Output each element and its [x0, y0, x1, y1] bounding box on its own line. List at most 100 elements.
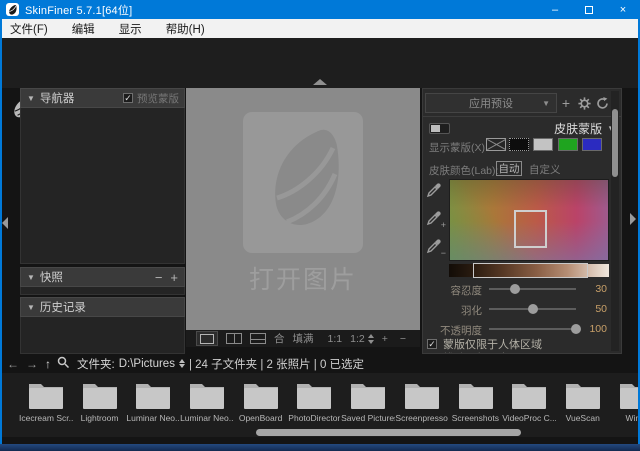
collapse-right-icon[interactable] [630, 213, 636, 225]
mask-swatch-green[interactable] [558, 138, 578, 151]
opacity-track[interactable] [489, 328, 576, 330]
tolerance-label: 容忍度 [423, 283, 482, 298]
view-split-horizontal-button[interactable] [250, 333, 266, 344]
skinfiner-window: SkinFiner 5.7.1[64位] – × 文件(F) 编辑 显示 帮助(… [0, 0, 640, 451]
folder-item[interactable]: Icecream Scr... [19, 373, 73, 437]
preview-mask-checkbox[interactable] [123, 93, 133, 103]
preset-add-button[interactable]: + [558, 95, 574, 111]
folder-item[interactable]: Luminar Neo... [126, 373, 180, 437]
skin-color-field[interactable] [449, 179, 609, 261]
window-title: SkinFiner 5.7.1[64位] [25, 2, 132, 18]
view-toolbar: 合 填满 1:1 1:2 + − [186, 330, 420, 347]
folder-item[interactable]: VueScan [556, 373, 610, 437]
zoom-out-button[interactable]: − [400, 333, 406, 345]
history-title: 历史记录 [40, 299, 86, 315]
folder-item[interactable]: Win... [610, 373, 640, 437]
folder-item[interactable]: PhotoDirector [287, 373, 341, 437]
search-icon[interactable] [57, 356, 69, 371]
mask-swatch-black[interactable] [509, 138, 529, 151]
minimize-button[interactable]: – [538, 0, 572, 19]
divider [423, 116, 621, 117]
folder-path[interactable]: D:\Pictures [119, 358, 175, 370]
shelf-horizontal-scrollbar[interactable] [256, 429, 521, 436]
snapshot-title: 快照 [40, 269, 63, 285]
folder-item[interactable]: Saved Pictures [341, 373, 395, 437]
image-canvas[interactable]: 打开图片 [186, 88, 420, 330]
eyedropper-icon[interactable] [426, 182, 444, 200]
eyedropper-add-icon[interactable]: + [426, 210, 444, 228]
preset-settings-button[interactable] [576, 95, 592, 111]
menu-edit[interactable]: 编辑 [60, 19, 107, 38]
title-bar[interactable]: SkinFiner 5.7.1[64位] – × [0, 0, 640, 19]
skin-color-auto-button[interactable]: 自动 [496, 161, 522, 176]
feather-label: 羽化 [423, 303, 482, 318]
navigator-preview-area [20, 108, 185, 264]
skin-mask-title: 皮肤蒙版 [554, 120, 602, 137]
folder-sort-icon[interactable] [179, 359, 185, 368]
folder-item[interactable]: Luminar Neo... [180, 373, 234, 437]
left-panel: ▼ 导航器 预览蒙版 ▼ 快照 − + ▼ 历史记录 [20, 88, 185, 354]
nav-back-icon[interactable]: ← [7, 357, 19, 371]
limit-body-checkbox[interactable] [427, 339, 437, 349]
zoom-in-button[interactable]: + [382, 333, 388, 345]
scrollbar-thumb[interactable] [612, 109, 618, 177]
open-image-label[interactable]: 打开图片 [186, 260, 420, 296]
right-panel-scrollbar[interactable] [611, 91, 619, 351]
feather-knob[interactable] [528, 304, 538, 314]
zoom-1-1-button[interactable]: 1:1 [328, 333, 343, 345]
view-split-vertical-button[interactable] [226, 333, 242, 344]
close-button[interactable]: × [606, 0, 640, 19]
zoom-spinner[interactable] [368, 334, 374, 344]
mask-swatch-none[interactable] [486, 138, 506, 151]
preview-mask-label: 预览蒙版 [137, 91, 179, 106]
folder-item[interactable]: Screenpresso [395, 373, 449, 437]
nav-forward-icon[interactable]: → [26, 357, 38, 371]
mask-swatch-gray[interactable] [533, 138, 553, 151]
color-selection-rect[interactable] [514, 210, 547, 248]
eyedropper-remove-icon[interactable]: − [426, 238, 444, 256]
browser-stats: | 24 子文件夹 | 2 张照片 | 0 已选定 [189, 356, 364, 372]
nav-up-icon[interactable]: ↑ [45, 357, 51, 371]
snapshot-add-button[interactable]: + [170, 270, 178, 285]
collapse-left-icon[interactable] [2, 217, 8, 229]
tolerance-track[interactable] [489, 288, 576, 290]
history-header[interactable]: ▼ 历史记录 [20, 297, 185, 317]
folder-item[interactable]: Lightroom [73, 373, 127, 437]
luminance-strip[interactable] [449, 264, 609, 277]
dropdown-caret-icon: ▼ [542, 99, 550, 108]
folder-item[interactable]: VideoProc C... [502, 373, 556, 437]
maximize-button[interactable] [572, 0, 606, 19]
navigator-header[interactable]: ▼ 导航器 预览蒙版 [20, 88, 185, 108]
view-fill-button[interactable]: 填满 [293, 331, 314, 346]
snapshot-remove-button[interactable]: − [155, 270, 163, 285]
feather-track[interactable] [489, 308, 576, 310]
view-merge-button[interactable]: 合 [274, 331, 285, 346]
tolerance-value: 30 [577, 283, 607, 295]
browser-status-bar: ← → ↑ 文件夹: D:\Pictures | 24 子文件夹 | 2 张照片… [0, 354, 640, 373]
folder-item[interactable]: OpenBoard [234, 373, 288, 437]
menu-view[interactable]: 显示 [107, 19, 154, 38]
snapshot-header[interactable]: ▼ 快照 − + [20, 267, 185, 287]
toolbar: ? i 批量处理... [0, 38, 640, 88]
navigator-caret-icon: ▼ [27, 94, 35, 103]
window-border-bottom[interactable] [0, 444, 640, 451]
apply-preset-dropdown[interactable]: 应用预设 ▼ [425, 93, 557, 113]
skin-mask-header[interactable]: 皮肤蒙版 ▼ [554, 120, 615, 137]
skin-color-custom-button[interactable]: 自定义 [529, 162, 561, 177]
skin-mask-toggle[interactable] [429, 123, 450, 134]
leaf-watermark-icon [243, 112, 363, 258]
preset-reset-button[interactable] [594, 95, 610, 111]
menu-help[interactable]: 帮助(H) [154, 19, 217, 38]
apply-preset-label: 应用预设 [469, 95, 513, 111]
tolerance-knob[interactable] [510, 284, 520, 294]
luminance-range-handle[interactable] [473, 263, 588, 278]
view-single-button[interactable] [196, 331, 218, 346]
collapse-top-icon[interactable] [313, 79, 327, 85]
mask-swatch-blue[interactable] [582, 138, 602, 151]
snapshot-caret-icon: ▼ [27, 273, 35, 282]
folder-item[interactable]: Screenshots [449, 373, 503, 437]
menu-file[interactable]: 文件(F) [0, 19, 60, 38]
feather-value: 50 [577, 303, 607, 315]
folder-label: 文件夹: [77, 356, 115, 372]
zoom-ratio-value[interactable]: 1:2 [350, 333, 365, 345]
